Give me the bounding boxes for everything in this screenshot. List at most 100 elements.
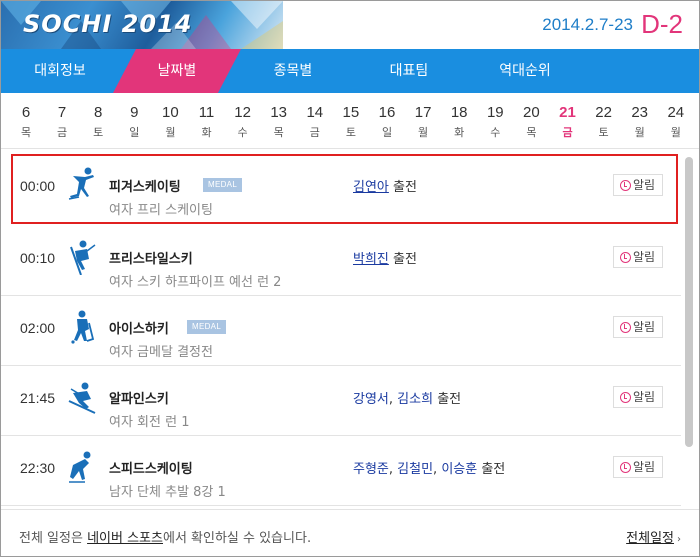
athlete-name[interactable]: 주형준 <box>353 462 389 477</box>
alarm-label: 알림 <box>633 390 656 404</box>
schedule-row[interactable]: 02:00 아이스하키 MEDAL 여자 금메달 결정전 알림 <box>1 296 681 366</box>
athlete-name[interactable]: 김철민 <box>397 462 433 477</box>
athlete-suffix: 출전 <box>393 252 417 267</box>
date-option-19[interactable]: 19 수 <box>477 104 513 140</box>
main-nav: 대회정보 날짜별 종목별 대표팀 역대순위 <box>1 49 699 93</box>
athlete-name[interactable]: 김소희 <box>397 392 433 407</box>
weekday-label: 월 <box>418 126 429 139</box>
tab-tournament-info[interactable]: 대회정보 <box>1 49 119 93</box>
ice-hockey-icon <box>71 310 95 344</box>
date-option-16[interactable]: 16 일 <box>369 104 405 140</box>
schedule-row[interactable]: 00:10 프리스타일스키 여자 스키 하프파이프 예선 런 2 박희진 출전 … <box>1 226 681 296</box>
weekday-label: 목 <box>20 126 32 139</box>
date-option-15[interactable]: 15 토 <box>333 104 369 140</box>
alarm-button[interactable]: 알림 <box>613 246 663 268</box>
athlete-name[interactable]: 이승훈 <box>441 462 477 477</box>
tab-all-time-rankings[interactable]: 역대순위 <box>467 49 583 93</box>
weekday-label: 금 <box>309 126 320 139</box>
speed-skating-icon <box>69 451 91 483</box>
athletes: 김연아 출전 <box>353 176 417 195</box>
athlete-link[interactable]: 박희진 <box>353 252 389 267</box>
date-option-13[interactable]: 13 목 <box>261 104 297 140</box>
schedule-row[interactable]: 21:45 알파인스키 여자 회전 런 1 강영서, 김소희 출전 알림 <box>1 366 681 436</box>
date-option-8[interactable]: 8토 <box>80 104 116 140</box>
event-time: 22:30 <box>20 460 56 476</box>
tab-by-date[interactable]: 날짜별 <box>119 49 235 93</box>
date-option-21[interactable]: 21 금 <box>550 104 586 140</box>
date-option-6[interactable]: 6목 <box>8 104 44 140</box>
athlete-link[interactable]: 김연아 <box>353 180 389 195</box>
event-name: 여자 회전 런 1 <box>109 415 190 430</box>
tab-by-sport[interactable]: 종목별 <box>235 49 351 93</box>
weekday-label: 수 <box>490 126 501 139</box>
medal-badge: MEDAL <box>187 320 227 334</box>
weekday-label: 수 <box>237 126 248 139</box>
date-number: 8 <box>94 104 103 121</box>
date-option-20[interactable]: 20 목 <box>513 104 549 140</box>
weekday-label: 월 <box>670 126 681 139</box>
scrollbar-thumb[interactable] <box>685 157 693 447</box>
date-number: 6 <box>21 104 31 121</box>
clock-icon <box>620 462 631 473</box>
weekday-label: 금 <box>57 126 68 139</box>
date-number: 21 <box>559 104 576 121</box>
date-number: 19 <box>486 104 504 121</box>
date-option-14[interactable]: 14 금 <box>297 104 333 140</box>
date-option-18[interactable]: 18 화 <box>441 104 477 140</box>
medal-badge: MEDAL <box>203 178 243 192</box>
date-number: 9 <box>130 104 139 121</box>
clock-icon <box>620 322 631 333</box>
weekday-label: 화 <box>454 126 465 139</box>
clock-icon <box>620 180 631 191</box>
date-number: 11 <box>198 104 215 121</box>
naver-sports-link[interactable]: 네이버 스포츠 <box>87 531 163 546</box>
alarm-button[interactable]: 알림 <box>613 174 663 196</box>
event-time: 21:45 <box>20 390 56 406</box>
date-option-17[interactable]: 17 월 <box>405 104 441 140</box>
header: SOCHI 2014 2014.2.7-23 D-2 <box>1 1 699 49</box>
weekday-label: 목 <box>526 126 537 139</box>
tab-national-team[interactable]: 대표팀 <box>351 49 467 93</box>
alarm-button[interactable]: 알림 <box>613 456 663 478</box>
date-option-9[interactable]: 9일 <box>116 104 152 140</box>
date-number: 24 <box>667 104 685 121</box>
scrollbar[interactable] <box>682 149 696 509</box>
event-name: 여자 프리 스케이팅 <box>109 203 213 218</box>
date-number: 20 <box>523 104 540 121</box>
schedule-list: 00:00 피겨스케이팅 MEDAL 여자 프리 스케이팅 김연아 출전 알림 … <box>1 149 681 509</box>
date-option-23[interactable]: 23 월 <box>622 104 658 140</box>
date-option-12[interactable]: 12 수 <box>225 104 261 140</box>
date-number: 23 <box>631 104 649 121</box>
weekday-label: 금 <box>562 126 573 139</box>
date-option-24[interactable]: 24 월 <box>658 104 694 140</box>
sport-name: 스피드스케이팅 <box>109 462 193 477</box>
date-number: 7 <box>57 104 67 121</box>
event-dates: 2014.2.7-23 <box>542 15 633 34</box>
date-number: 13 <box>270 104 288 121</box>
chevron-right-icon: › <box>677 534 681 545</box>
weekday-label: 목 <box>273 126 284 139</box>
athletes: 강영서, 김소희 출전 <box>353 392 462 407</box>
sport-name: 피겨스케이팅 <box>109 180 181 195</box>
event-name: 여자 스키 하프파이프 예선 런 2 <box>109 275 282 290</box>
athlete-name[interactable]: 강영서 <box>353 392 389 407</box>
schedule-row[interactable]: 22:30 스피드스케이팅 남자 단체 추발 8강 1 주형준, 김철민, 이승… <box>1 436 681 506</box>
sport-name: 프리스타일스키 <box>109 252 193 267</box>
full-schedule-link[interactable]: 전체일정 › <box>626 527 681 546</box>
footer: 전체 일정은 네이버 스포츠에서 확인하실 수 있습니다. 전체일정 › <box>1 509 699 556</box>
event-time: 00:00 <box>20 178 56 194</box>
weekday-label: 일 <box>129 126 140 139</box>
date-option-11[interactable]: 11 화 <box>189 104 225 140</box>
alarm-label: 알림 <box>633 178 656 192</box>
clock-icon <box>620 392 631 403</box>
alarm-button[interactable]: 알림 <box>613 316 663 338</box>
event-time: 00:10 <box>20 250 56 266</box>
date-option-22[interactable]: 22 토 <box>586 104 622 140</box>
date-option-10[interactable]: 10 월 <box>152 104 188 140</box>
date-number: 15 <box>342 104 360 121</box>
schedule-row-selected[interactable]: 00:00 피겨스케이팅 MEDAL 여자 프리 스케이팅 김연아 출전 알림 <box>11 154 678 224</box>
alarm-label: 알림 <box>633 320 656 334</box>
alarm-button[interactable]: 알림 <box>613 386 663 408</box>
date-selector: 6 목 7 금 8 토 9 일 10 월 11 화 12 수 13 목 14 금 15 토 16 일 17 월 18 화 19 수 20… <box>1 93 699 149</box>
date-option-7[interactable]: 7금 <box>44 104 80 140</box>
